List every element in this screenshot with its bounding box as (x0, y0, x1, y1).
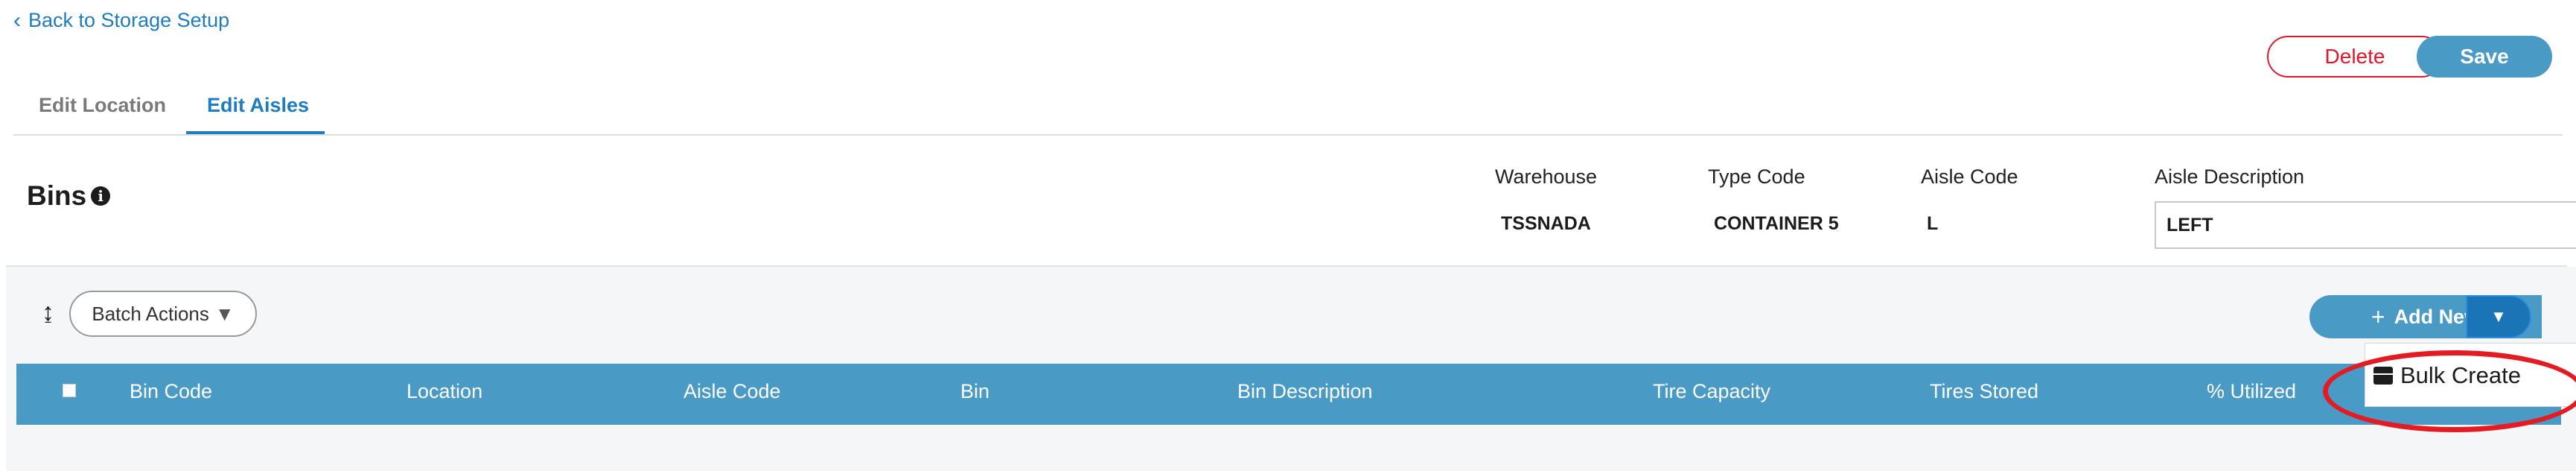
plus-icon: + (2371, 303, 2385, 330)
back-to-storage-setup-link[interactable]: ‹ Back to Storage Setup (13, 9, 229, 32)
aisle-code-label: Aisle Code (1921, 165, 2018, 188)
column-header-location[interactable]: Location (407, 380, 482, 403)
warehouse-label: Warehouse (1495, 165, 1598, 188)
tabs-divider (13, 134, 2563, 136)
column-header-aisle-code[interactable]: Aisle Code (683, 380, 781, 403)
aisle-code-value: L (1927, 213, 1939, 234)
batch-actions-button[interactable]: Batch Actions ▼ (69, 291, 257, 337)
batch-actions-label: Batch Actions (92, 302, 209, 325)
save-button[interactable]: Save (2417, 36, 2552, 78)
bins-title-text: Bins (27, 180, 87, 211)
column-header-tire-capacity[interactable]: Tire Capacity (1653, 380, 1770, 403)
column-header-bin-description[interactable]: Bin Description (1237, 380, 1373, 403)
highlight-annotation-ring (2323, 350, 2576, 432)
type-code-label: Type Code (1708, 165, 1805, 188)
caret-down-icon: ▼ (2490, 307, 2507, 326)
aisle-description-label: Aisle Description (2155, 165, 2305, 188)
tab-edit-location[interactable]: Edit Location (39, 94, 166, 117)
back-link-label: Back to Storage Setup (28, 9, 230, 31)
tab-edit-aisles[interactable]: Edit Aisles (207, 94, 309, 117)
page-title: Bins i (27, 180, 111, 212)
add-new-dropdown-toggle[interactable]: ▼ (2466, 295, 2531, 338)
warehouse-value: TSSNADA (1501, 213, 1591, 234)
info-icon[interactable]: i (91, 186, 111, 206)
select-all-checkbox[interactable] (63, 384, 76, 397)
chevron-left-icon: ‹ (13, 7, 21, 33)
sort-icon[interactable]: ↨ (42, 298, 54, 327)
column-header-percent-utilized[interactable]: % Utilized (2207, 380, 2296, 403)
column-header-bin-code[interactable]: Bin Code (130, 380, 212, 403)
column-header-bin[interactable]: Bin (960, 380, 989, 403)
aisle-description-input[interactable]: LEFT (2155, 201, 2576, 249)
caret-down-icon: ▼ (214, 302, 235, 325)
type-code-value: CONTAINER 5 (1714, 213, 1839, 234)
column-header-tires-stored[interactable]: Tires Stored (1930, 380, 2038, 403)
